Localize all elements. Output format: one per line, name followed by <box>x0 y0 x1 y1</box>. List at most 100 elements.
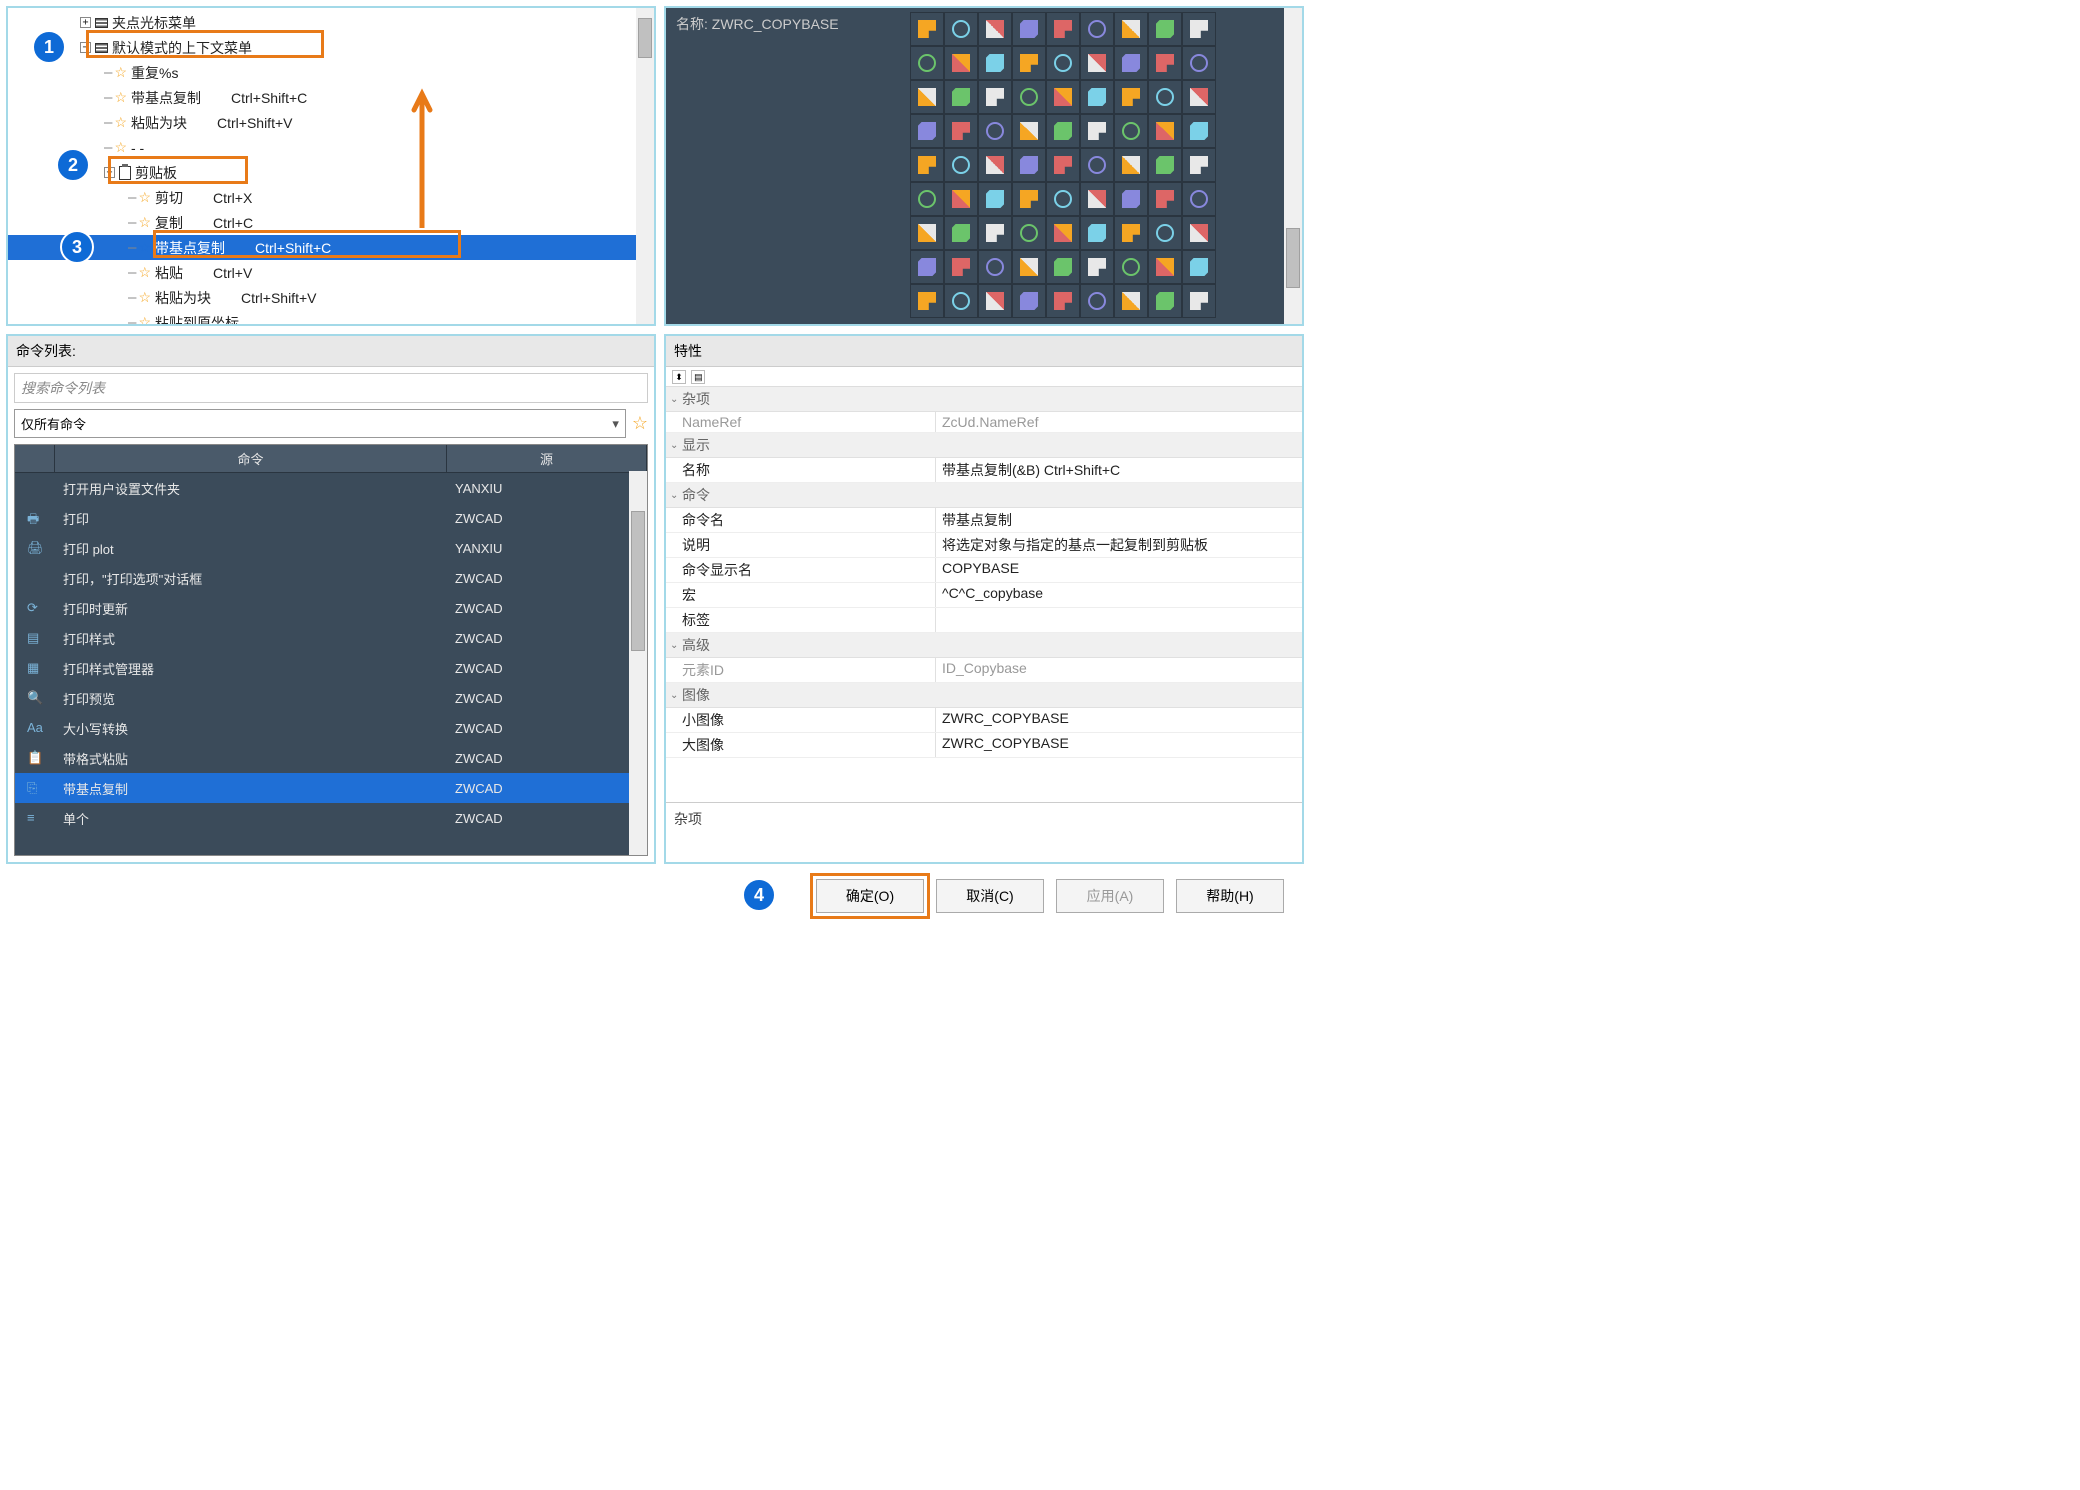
tree-row[interactable]: —☆粘贴Ctrl+V <box>8 260 654 285</box>
command-row[interactable]: 📋带格式粘贴ZWCAD <box>15 743 647 773</box>
property-row[interactable]: 名称带基点复制(&B) Ctrl+Shift+C <box>666 458 1302 483</box>
palette-icon[interactable] <box>944 114 978 148</box>
palette-icon[interactable] <box>1182 114 1216 148</box>
property-row[interactable]: 大图像ZWRC_COPYBASE <box>666 733 1302 758</box>
tree-row[interactable]: —☆带基点复制Ctrl+Shift+C <box>8 85 654 110</box>
cancel-button[interactable]: 取消(C) <box>936 879 1044 913</box>
palette-icon[interactable] <box>978 12 1012 46</box>
palette-icon[interactable] <box>1148 182 1182 216</box>
palette-icon[interactable] <box>1080 12 1114 46</box>
tree-row[interactable]: —☆带基点复制Ctrl+Shift+C <box>8 235 654 260</box>
apply-button[interactable]: 应用(A) <box>1056 879 1164 913</box>
palette-icon[interactable] <box>1148 12 1182 46</box>
palette-icon[interactable] <box>944 12 978 46</box>
command-row[interactable]: ≡单个ZWCAD <box>15 803 647 833</box>
palette-icon[interactable] <box>1182 284 1216 318</box>
palette-icon[interactable] <box>1114 46 1148 80</box>
palette-icon[interactable] <box>1080 114 1114 148</box>
property-value[interactable]: ID_Copybase <box>936 658 1302 682</box>
tree-scrollbar[interactable] <box>636 8 654 324</box>
palette-icon[interactable] <box>1148 148 1182 182</box>
command-row[interactable]: 打开用户设置文件夹YANXIU <box>15 473 647 503</box>
menu-tree[interactable]: +夹点光标菜单−默认模式的上下文菜单—☆重复%s—☆带基点复制Ctrl+Shif… <box>8 8 654 326</box>
palette-icon[interactable] <box>1046 114 1080 148</box>
palette-icon[interactable] <box>910 148 944 182</box>
palette-icon[interactable] <box>1012 12 1046 46</box>
palette-icon[interactable] <box>910 114 944 148</box>
palette-scrollbar[interactable] <box>1284 8 1302 324</box>
property-row[interactable]: 命令显示名COPYBASE <box>666 558 1302 583</box>
palette-icon[interactable] <box>1114 114 1148 148</box>
property-value[interactable]: 带基点复制 <box>936 508 1302 532</box>
properties-grid[interactable]: ⌄杂项NameRefZcUd.NameRef⌄显示名称带基点复制(&B) Ctr… <box>666 387 1302 802</box>
command-row[interactable]: ▦打印样式管理器ZWCAD <box>15 653 647 683</box>
palette-icon[interactable] <box>1046 80 1080 114</box>
tree-row[interactable]: −剪贴板 <box>8 160 654 185</box>
tree-row[interactable]: —☆- - <box>8 135 654 160</box>
palette-icon[interactable] <box>944 216 978 250</box>
palette-icon[interactable] <box>944 46 978 80</box>
palette-icon[interactable] <box>1114 284 1148 318</box>
tree-row[interactable]: —☆粘贴到原坐标 <box>8 310 654 326</box>
palette-icon[interactable] <box>910 46 944 80</box>
command-table-body[interactable]: 打开用户设置文件夹YANXIU🖶打印ZWCAD🖨打印 plotYANXIU打印，… <box>15 473 647 833</box>
palette-icon[interactable] <box>944 182 978 216</box>
property-value[interactable] <box>936 608 1302 632</box>
palette-icon[interactable] <box>1080 46 1114 80</box>
palette-icon[interactable] <box>910 216 944 250</box>
palette-icon[interactable] <box>1046 250 1080 284</box>
palette-icon[interactable] <box>1046 216 1080 250</box>
palette-icon[interactable] <box>1080 80 1114 114</box>
property-value[interactable]: ZWRC_COPYBASE <box>936 708 1302 732</box>
palette-icon[interactable] <box>1148 46 1182 80</box>
palette-icon[interactable] <box>1182 216 1216 250</box>
palette-icon[interactable] <box>1080 182 1114 216</box>
palette-icon[interactable] <box>978 80 1012 114</box>
palette-icon[interactable] <box>1148 114 1182 148</box>
palette-icon[interactable] <box>1046 46 1080 80</box>
help-button[interactable]: 帮助(H) <box>1176 879 1284 913</box>
palette-icon[interactable] <box>1012 182 1046 216</box>
palette-icon[interactable] <box>1046 12 1080 46</box>
palette-icon[interactable] <box>1080 250 1114 284</box>
icon-palette-grid[interactable] <box>906 8 1302 322</box>
palette-icon[interactable] <box>910 284 944 318</box>
property-row[interactable]: NameRefZcUd.NameRef <box>666 412 1302 433</box>
palette-icon[interactable] <box>978 216 1012 250</box>
tree-row[interactable]: +夹点光标菜单 <box>8 10 654 35</box>
palette-icon[interactable] <box>944 250 978 284</box>
palette-icon[interactable] <box>1114 182 1148 216</box>
palette-icon[interactable] <box>1182 182 1216 216</box>
property-value[interactable]: COPYBASE <box>936 558 1302 582</box>
property-value[interactable]: ^C^C_copybase <box>936 583 1302 607</box>
tree-row[interactable]: −默认模式的上下文菜单 <box>8 35 654 60</box>
property-value[interactable]: 带基点复制(&B) Ctrl+Shift+C <box>936 458 1302 482</box>
palette-icon[interactable] <box>1148 216 1182 250</box>
property-category[interactable]: ⌄图像 <box>666 683 1302 708</box>
property-row[interactable]: 命令名带基点复制 <box>666 508 1302 533</box>
command-row[interactable]: 🔍打印预览ZWCAD <box>15 683 647 713</box>
property-value[interactable]: ZcUd.NameRef <box>936 412 1302 432</box>
props-cat-icon[interactable]: ▤ <box>691 370 705 384</box>
palette-icon[interactable] <box>1012 114 1046 148</box>
tree-row[interactable]: —☆重复%s <box>8 60 654 85</box>
command-row[interactable]: 打印，"打印选项"对话框ZWCAD <box>15 563 647 593</box>
palette-icon[interactable] <box>944 80 978 114</box>
ok-button[interactable]: 确定(O) <box>816 879 924 913</box>
palette-icon[interactable] <box>978 182 1012 216</box>
palette-icon[interactable] <box>1182 148 1216 182</box>
palette-icon[interactable] <box>944 148 978 182</box>
palette-icon[interactable] <box>978 284 1012 318</box>
property-row[interactable]: 说明将选定对象与指定的基点一起复制到剪贴板 <box>666 533 1302 558</box>
command-scrollbar[interactable] <box>629 471 647 855</box>
property-row[interactable]: 元素IDID_Copybase <box>666 658 1302 683</box>
palette-icon[interactable] <box>910 250 944 284</box>
palette-icon[interactable] <box>1012 250 1046 284</box>
palette-icon[interactable] <box>1182 250 1216 284</box>
palette-icon[interactable] <box>910 182 944 216</box>
favorites-filter-icon[interactable]: ☆ <box>632 413 648 434</box>
command-row[interactable]: 🖨打印 plotYANXIU <box>15 533 647 563</box>
palette-icon[interactable] <box>1114 148 1148 182</box>
property-category[interactable]: ⌄杂项 <box>666 387 1302 412</box>
tree-row[interactable]: —☆粘贴为块Ctrl+Shift+V <box>8 110 654 135</box>
